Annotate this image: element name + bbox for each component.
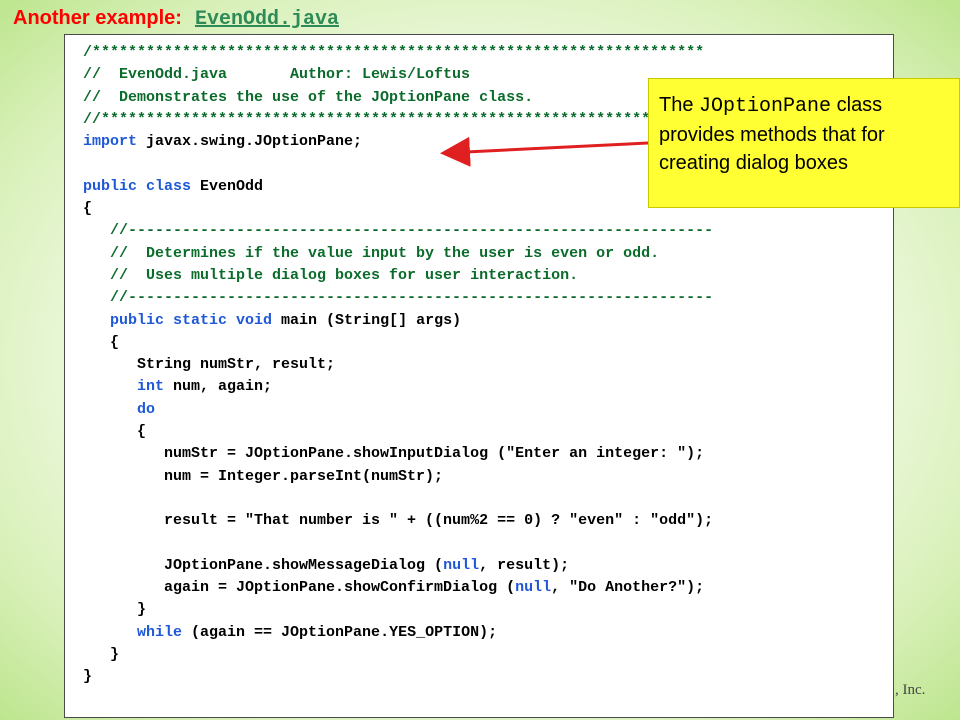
code-line: int num, again; <box>83 376 713 398</box>
code-comment: //--------------------------------------… <box>83 222 714 240</box>
code-text: } <box>83 668 93 686</box>
code-line: { <box>83 332 713 354</box>
code-line: public class EvenOdd <box>83 176 713 198</box>
code-comment: //**************************************… <box>83 110 714 128</box>
code-text: again = JOptionPane.showConfirmDialog ( <box>83 579 516 597</box>
code-line: public static void main (String[] args) <box>83 310 713 332</box>
code-text: javax.swing.JOptionPane; <box>137 133 363 151</box>
callout-text-before: The <box>659 94 700 116</box>
code-line: numStr = JOptionPane.showInputDialog ("E… <box>83 443 713 465</box>
code-comment: // Demonstrates the use of the JOptionPa… <box>83 88 534 106</box>
code-keyword: import <box>83 133 138 151</box>
code-comment: //--------------------------------------… <box>83 289 714 307</box>
code-line: // Demonstrates the use of the JOptionPa… <box>83 87 713 109</box>
code-text: String numStr, result; <box>83 356 336 374</box>
code-comment: // Uses multiple dialog boxes for user i… <box>83 266 579 284</box>
code-text: , result); <box>479 556 570 574</box>
code-line: // Uses multiple dialog boxes for user i… <box>83 265 713 287</box>
code-text: EvenOdd <box>191 177 264 195</box>
code-text: result = "That number is " + ((num%2 == … <box>83 512 714 530</box>
code-text: numStr = JOptionPane.showInputDialog ("E… <box>83 445 705 463</box>
source-code: /***************************************… <box>83 42 713 689</box>
code-text: , "Do Another?"); <box>551 579 705 597</box>
code-line: } <box>83 666 713 688</box>
code-line: //--------------------------------------… <box>83 287 713 309</box>
code-keyword: null <box>443 556 480 574</box>
code-text: num, again; <box>164 378 273 396</box>
code-text: num = Integer.parseInt(numStr); <box>83 467 444 485</box>
callout-class-name: JOptionPane <box>699 95 832 118</box>
source-file-link[interactable]: EvenOdd.java <box>195 8 339 31</box>
code-line: num = Integer.parseInt(numStr); <box>83 466 713 488</box>
code-keyword: null <box>515 579 552 597</box>
code-keyword: int <box>137 378 165 396</box>
code-text: main (String[] args) <box>272 311 462 329</box>
code-text: { <box>83 200 93 218</box>
code-line: import javax.swing.JOptionPane; <box>83 131 713 153</box>
title-label: Another example: <box>13 7 182 29</box>
code-line: { <box>83 421 713 443</box>
code-comment: // Determines if the value input by the … <box>83 244 660 262</box>
code-text: } <box>83 646 120 664</box>
code-text: } <box>83 601 147 619</box>
code-text: (again == JOptionPane.YES_OPTION); <box>182 623 498 641</box>
code-line: } <box>83 644 713 666</box>
code-line: String numStr, result; <box>83 354 713 376</box>
code-keyword: do <box>137 400 156 418</box>
code-text: { <box>83 423 147 441</box>
code-line: //**************************************… <box>83 109 713 131</box>
code-line: JOptionPane.showMessageDialog (null, res… <box>83 555 713 577</box>
code-line: { <box>83 198 713 220</box>
code-comment: /***************************************… <box>83 44 705 61</box>
code-text: JOptionPane.showMessageDialog ( <box>83 556 444 574</box>
code-line: result = "That number is " + ((num%2 == … <box>83 510 713 532</box>
callout-note: The JOptionPane class provides methods t… <box>648 78 960 208</box>
code-line: // EvenOdd.java Author: Lewis/Loftus <box>83 64 713 86</box>
code-line: //--------------------------------------… <box>83 220 713 242</box>
code-line: /***************************************… <box>83 42 713 64</box>
code-line: again = JOptionPane.showConfirmDialog (n… <box>83 577 713 599</box>
code-line: do <box>83 399 713 421</box>
code-line: while (again == JOptionPane.YES_OPTION); <box>83 622 713 644</box>
code-comment: // EvenOdd.java Author: Lewis/Loftus <box>83 66 471 84</box>
copyright-text: , Inc. <box>895 682 926 698</box>
code-line: } <box>83 599 713 621</box>
code-line: // Determines if the value input by the … <box>83 243 713 265</box>
slide-title: Another example: EvenOdd.java <box>13 7 339 33</box>
code-keyword: public static void <box>110 311 273 329</box>
code-keyword: public class <box>83 177 192 195</box>
code-keyword: while <box>137 623 183 641</box>
code-text: { <box>83 333 120 351</box>
